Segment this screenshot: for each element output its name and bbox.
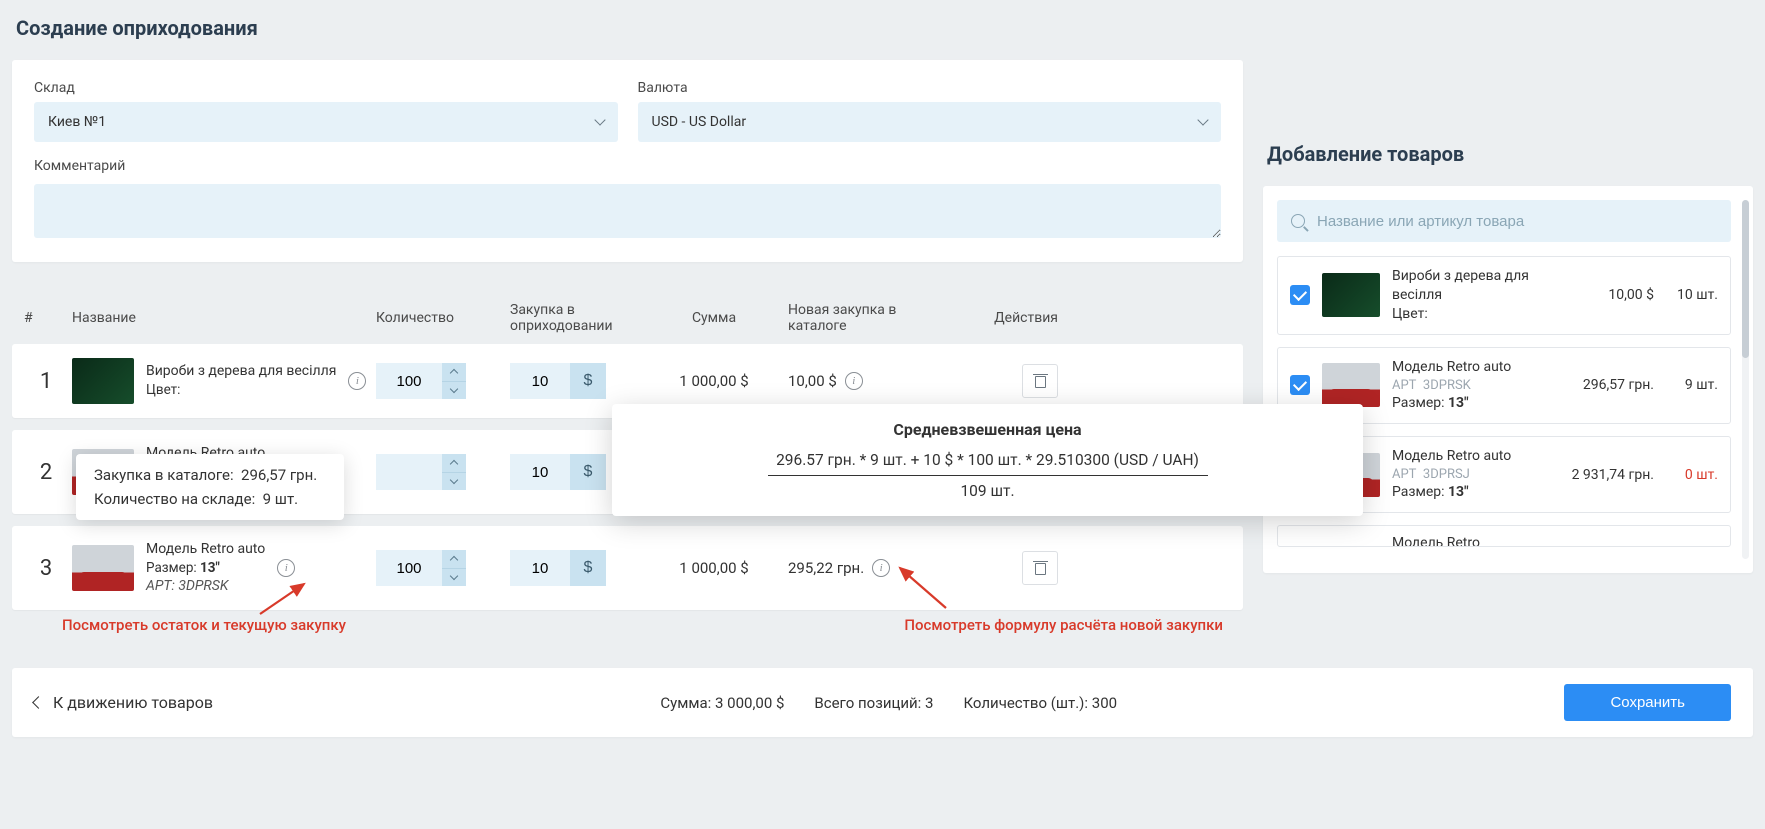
product-qty: 9 шт.	[1666, 377, 1718, 393]
chevron-down-icon	[594, 114, 605, 125]
product-price: 2 931,74 грн.	[1558, 467, 1654, 483]
product-info: Модель Retro auto АРТ 3DPRSK Размер: 13"	[1392, 358, 1546, 413]
scrollbar-thumb[interactable]	[1742, 200, 1749, 358]
footer-bar: К движению товаров Сумма: 3 000,00 $ Все…	[12, 668, 1753, 737]
currency-button[interactable]: $	[570, 454, 606, 490]
items-table: # Название Количество Закупка в оприходо…	[12, 302, 1243, 610]
step-down[interactable]	[442, 473, 466, 491]
row-index: 2	[24, 460, 68, 485]
qty-input[interactable]	[376, 363, 442, 399]
add-products-title: Добавление товаров	[1267, 142, 1753, 166]
col-name: Название	[72, 310, 372, 326]
price-input[interactable]	[510, 454, 570, 490]
trash-icon	[1034, 561, 1047, 575]
qty-stepper[interactable]	[376, 550, 506, 586]
col-price: Закупка в оприходовании	[510, 302, 640, 334]
qty-input[interactable]	[376, 454, 442, 490]
chevron-down-icon	[1197, 114, 1208, 125]
delete-button[interactable]	[1022, 364, 1058, 398]
warehouse-value: Киев №1	[48, 114, 106, 130]
delete-button[interactable]	[1022, 551, 1058, 585]
comment-label: Комментарий	[34, 158, 1221, 174]
scrollbar[interactable]	[1742, 200, 1749, 559]
product-price: 10,00 $	[1558, 287, 1654, 303]
search-icon	[1291, 214, 1305, 228]
product-thumb	[1322, 273, 1380, 317]
product-item[interactable]: Вироби з дерева для весілля Цвет: 10,00 …	[1277, 256, 1731, 335]
newprice-value: 10,00 $	[788, 372, 837, 390]
currency-button[interactable]: $	[570, 550, 606, 586]
checkbox[interactable]	[1290, 285, 1310, 305]
table-row: 3 Модель Retro auto Размер: 13" АРТ: 3DP…	[12, 526, 1243, 610]
currency-button[interactable]: $	[570, 363, 606, 399]
qty-stepper[interactable]	[376, 454, 506, 490]
total-qty: Количество (шт.): 300	[963, 694, 1117, 712]
formula-title: Средневзвешенная цена	[638, 420, 1337, 439]
product-item[interactable]: Модель Retro	[1277, 525, 1731, 547]
info-icon[interactable]: i	[348, 372, 366, 390]
search-input[interactable]	[1315, 212, 1717, 231]
price-input[interactable]	[510, 550, 570, 586]
row-index: 3	[24, 556, 68, 581]
info-icon[interactable]: i	[277, 559, 295, 577]
warehouse-select[interactable]: Киев №1	[34, 102, 618, 142]
form-card: Склад Киев №1 Валюта USD - US Dollar Ком…	[12, 60, 1243, 262]
total-sum: Сумма: 3 000,00 $	[660, 694, 784, 712]
qty-stepper[interactable]	[376, 363, 506, 399]
formula-denominator: 109 шт.	[638, 482, 1337, 500]
comment-textarea[interactable]	[34, 184, 1221, 238]
sum-value: 1 000,00 $	[644, 372, 784, 390]
product-qty: 0 шт.	[1666, 467, 1718, 483]
currency-select[interactable]: USD - US Dollar	[638, 102, 1222, 142]
col-sum: Сумма	[644, 310, 784, 326]
info-icon[interactable]: i	[845, 372, 863, 390]
total-count: Всего позиций: 3	[814, 694, 933, 712]
back-link[interactable]: К движению товаров	[34, 693, 213, 712]
product-search[interactable]	[1277, 200, 1731, 242]
page-title: Создание оприходования	[16, 16, 1243, 40]
product-desc: Вироби з дерева для весілля Цвет:	[146, 362, 336, 399]
currency-label: Валюта	[638, 80, 1222, 96]
product-desc: Модель Retro auto Размер: 13" АРТ: 3DPRS…	[146, 540, 265, 596]
qty-input[interactable]	[376, 550, 442, 586]
step-up[interactable]	[442, 454, 466, 473]
formula-popover: Средневзвешенная цена 296.57 грн. * 9 шт…	[612, 404, 1363, 516]
sum-value: 1 000,00 $	[644, 559, 784, 577]
product-info: Модель Retro	[1392, 534, 1718, 547]
step-up[interactable]	[442, 550, 466, 569]
col-newprice: Новая закупка в каталоге	[788, 302, 958, 334]
step-up[interactable]	[442, 363, 466, 382]
info-icon[interactable]: i	[872, 559, 890, 577]
product-thumb	[1322, 363, 1380, 407]
warehouse-label: Склад	[34, 80, 618, 96]
product-price: 296,57 грн.	[1558, 377, 1654, 393]
step-down[interactable]	[442, 382, 466, 400]
product-qty: 10 шт.	[1666, 287, 1718, 303]
stock-tooltip: Закупка в каталоге: 296,57 грн. Количест…	[76, 454, 344, 520]
checkbox[interactable]	[1290, 375, 1310, 395]
col-idx: #	[24, 310, 68, 326]
annotation-left: Посмотреть остаток и текущую закупку	[62, 616, 346, 634]
product-thumb	[72, 358, 134, 404]
product-info: Модель Retro auto АРТ 3DPRSJ Размер: 13"	[1392, 447, 1546, 502]
trash-icon	[1034, 374, 1047, 388]
product-info: Вироби з дерева для весілля Цвет:	[1392, 267, 1546, 324]
step-down[interactable]	[442, 569, 466, 587]
currency-value: USD - US Dollar	[652, 114, 747, 130]
col-qty: Количество	[376, 310, 506, 326]
row-index: 1	[24, 369, 68, 394]
price-input[interactable]	[510, 363, 570, 399]
newprice-value: 295,22 грн.	[788, 559, 864, 577]
arrow-left-icon	[32, 696, 45, 709]
annotation-right: Посмотреть формулу расчёта новой закупки	[904, 616, 1223, 634]
save-button[interactable]: Сохранить	[1564, 684, 1731, 721]
formula-numerator: 296.57 грн. * 9 шт. + 10 $ * 100 шт. * 2…	[768, 451, 1208, 476]
product-thumb	[72, 545, 134, 591]
col-actions: Действия	[962, 310, 1058, 326]
